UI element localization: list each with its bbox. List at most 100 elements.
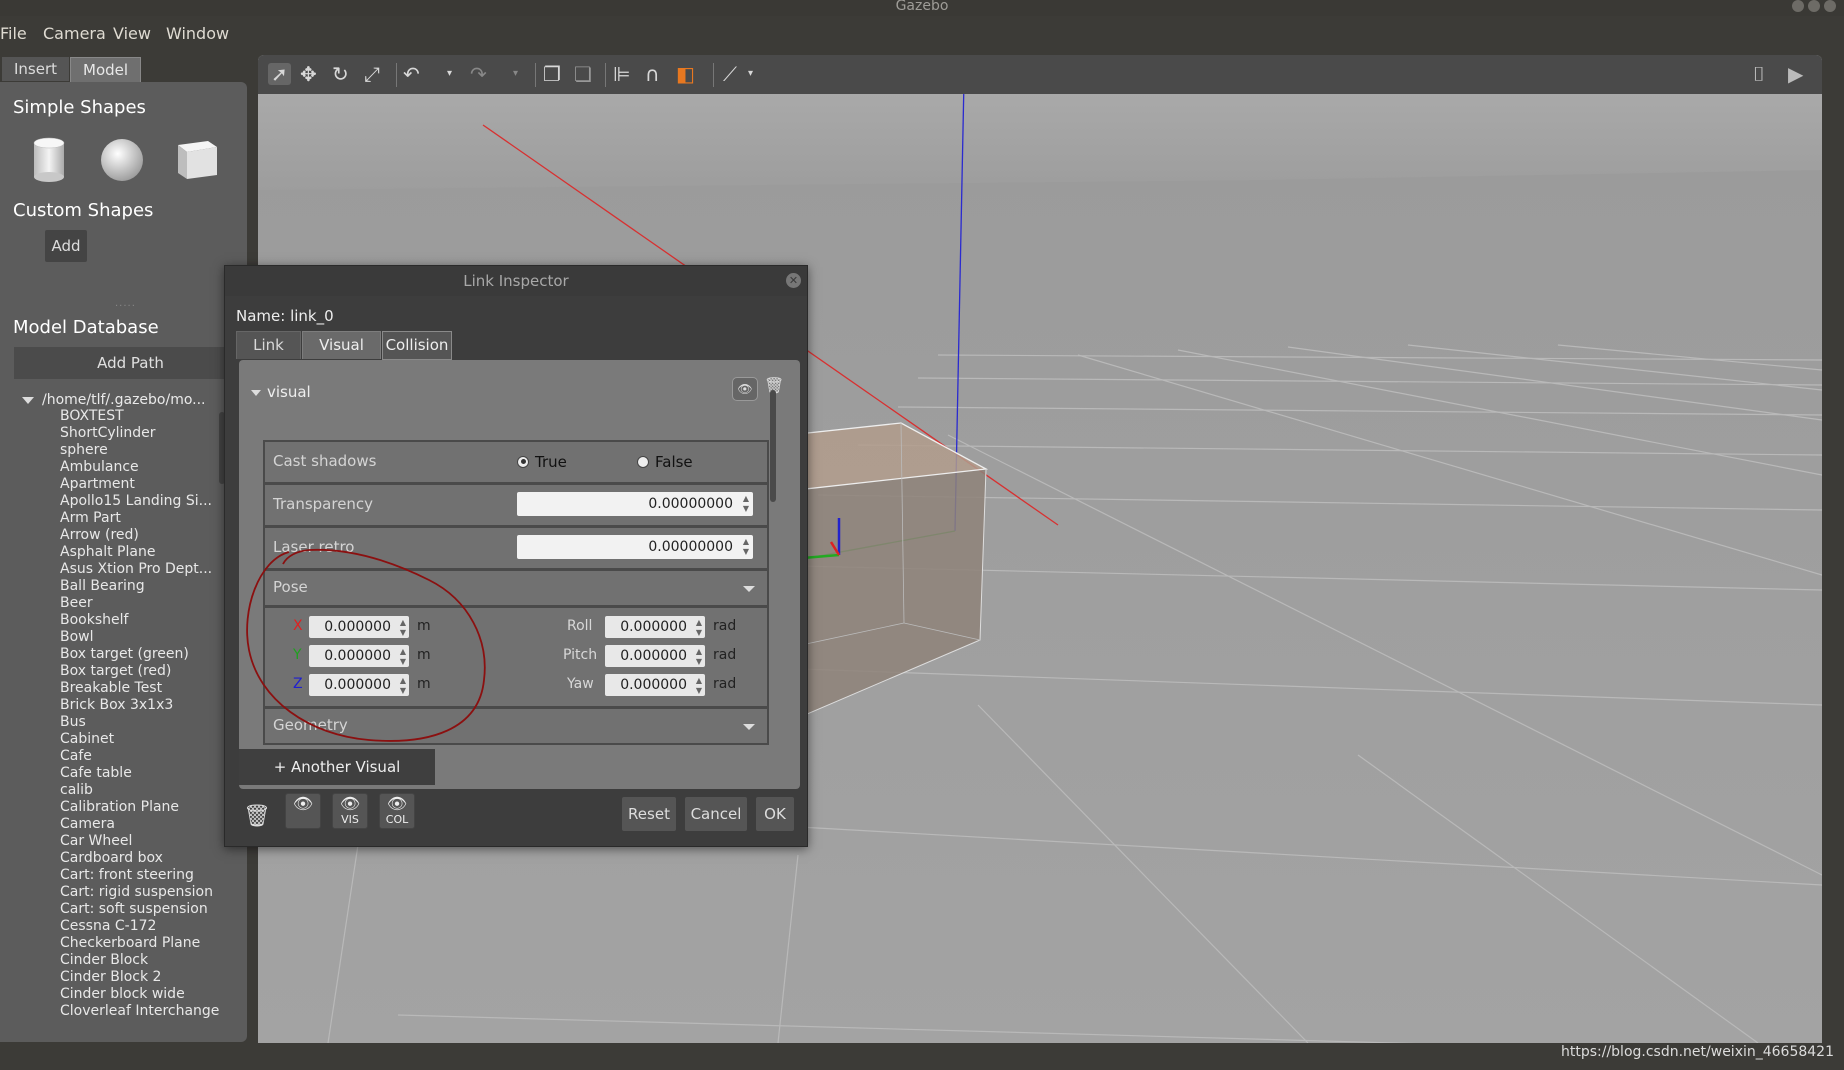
model-list-item[interactable]: Cabinet (60, 731, 219, 748)
model-list-item[interactable]: Apollo15 Landing Si... (60, 493, 219, 510)
align-icon[interactable]: ⊫ (613, 63, 630, 85)
record-video-icon[interactable]: ▶ (1788, 63, 1803, 85)
model-list-item[interactable]: Box target (red) (60, 663, 219, 680)
model-list-item[interactable]: BOXTEST (60, 408, 219, 425)
spinner-icon[interactable]: ▲ ▼ (696, 647, 702, 667)
tab-visual[interactable]: Visual (302, 331, 381, 359)
add-custom-shape-button[interactable]: Add (45, 230, 87, 262)
model-list-item[interactable]: Camera (60, 816, 219, 833)
model-list-item[interactable]: Car Wheel (60, 833, 219, 850)
translate-mode-icon[interactable]: ✥ (300, 63, 317, 85)
tab-model[interactable]: Model (70, 57, 142, 83)
minimize-icon[interactable] (1792, 0, 1804, 12)
model-list-item[interactable]: Cart: rigid suspension (60, 884, 219, 901)
cast-shadows-true-radio[interactable]: True (517, 453, 567, 471)
transparency-field[interactable]: 0.00000000 ▲ ▼ (517, 492, 753, 516)
scale-mode-icon[interactable]: ⤢ (364, 63, 380, 85)
model-list-item[interactable]: Box target (green) (60, 646, 219, 663)
delete-link-icon[interactable]: 🗑 (243, 804, 271, 829)
toggle-collisions-button[interactable]: 👁 COL (379, 793, 415, 829)
model-list-item[interactable]: Breakable Test (60, 680, 219, 697)
model-list-item[interactable]: Ball Bearing (60, 578, 219, 595)
tab-collision[interactable]: Collision (382, 331, 452, 360)
expand-pose-icon[interactable] (743, 586, 755, 592)
snap-icon[interactable]: ∩ (645, 63, 660, 85)
model-list-item[interactable]: Cinder Block (60, 952, 219, 969)
expand-geometry-icon[interactable] (743, 724, 755, 730)
menu-view[interactable]: View (113, 24, 151, 43)
model-list-item[interactable]: Calibration Plane (60, 799, 219, 816)
model-list-item[interactable]: Asus Xtion Pro Dept... (60, 561, 219, 578)
redo-history-icon[interactable]: ▾ (513, 63, 518, 85)
spinner-icon[interactable]: ▲ ▼ (696, 618, 702, 638)
paste-icon[interactable]: ❏ (574, 63, 592, 85)
spinner-icon[interactable]: ▲ ▼ (743, 537, 749, 557)
pose-pitch-field[interactable]: 0.000000 ▲ ▼ (605, 645, 705, 667)
undo-icon[interactable]: ↶ (403, 63, 420, 85)
add-another-visual-button[interactable]: + Another Visual (239, 749, 435, 785)
cast-shadows-false-radio[interactable]: False (637, 453, 693, 471)
copy-icon[interactable]: ❐ (543, 63, 561, 85)
visual-panel-scrollbar[interactable] (770, 390, 776, 502)
close-icon[interactable]: ✕ (786, 273, 801, 288)
toggle-visuals-button[interactable]: 👁 VIS (332, 793, 368, 829)
add-path-button[interactable]: Add Path (14, 347, 247, 379)
box-shape-icon[interactable] (175, 137, 221, 183)
tree-root-item[interactable]: /home/tlf/.gazebo/mo... (22, 392, 206, 408)
select-mode-icon[interactable]: ➚ (268, 63, 291, 85)
ok-button[interactable]: OK (756, 797, 794, 831)
model-list-item[interactable]: Bus (60, 714, 219, 731)
menu-file[interactable]: File (0, 24, 27, 43)
cylinder-shape-icon[interactable] (30, 137, 70, 185)
model-list-item[interactable]: Beer (60, 595, 219, 612)
tab-insert[interactable]: Insert (2, 57, 70, 81)
model-list-item[interactable]: Cardboard box (60, 850, 219, 867)
model-list-item[interactable]: Arm Part (60, 510, 219, 527)
tab-link[interactable]: Link (236, 331, 301, 359)
change-view-icon[interactable]: ◧ (676, 63, 695, 85)
maximize-icon[interactable] (1808, 0, 1820, 12)
model-list-item[interactable]: ShortCylinder (60, 425, 219, 442)
visual-section-header[interactable]: visual (251, 383, 311, 401)
model-list-item[interactable]: Ambulance (60, 459, 219, 476)
model-list-item[interactable]: Checkerboard Plane (60, 935, 219, 952)
rotate-mode-icon[interactable]: ↻ (332, 63, 349, 85)
model-list-item[interactable]: Arrow (red) (60, 527, 219, 544)
spinner-icon[interactable]: ▲ ▼ (743, 494, 749, 514)
toggle-visibility-icon[interactable]: 👁 (732, 377, 758, 401)
close-icon[interactable] (1824, 0, 1836, 12)
model-list-item[interactable]: Bookshelf (60, 612, 219, 629)
spinner-icon[interactable]: ▲ ▼ (696, 676, 702, 696)
pose-yaw-field[interactable]: 0.000000 ▲ ▼ (605, 674, 705, 696)
reset-button[interactable]: Reset (622, 797, 676, 831)
window-controls[interactable] (1792, 0, 1836, 14)
model-list-item[interactable]: Cloverleaf Interchange (60, 1003, 219, 1020)
model-list-item[interactable]: Cafe table (60, 765, 219, 782)
splitter-handle[interactable]: ..... (115, 298, 136, 309)
model-list-item[interactable]: Cart: front steering (60, 867, 219, 884)
joint-icon[interactable]: ⟋ (723, 63, 737, 85)
laser-retro-field[interactable]: 0.00000000 ▲ ▼ (517, 535, 753, 559)
model-list-item[interactable]: Cessna C-172 (60, 918, 219, 935)
model-list-item[interactable]: sphere (60, 442, 219, 459)
model-list-item[interactable]: Cart: soft suspension (60, 901, 219, 918)
redo-icon[interactable]: ↷ (470, 63, 487, 85)
model-list-item[interactable]: Cinder block wide (60, 986, 219, 1003)
menu-camera[interactable]: Camera (43, 24, 106, 43)
toggle-all-icon[interactable]: 👁 (285, 793, 321, 829)
sphere-shape-icon[interactable] (100, 137, 146, 183)
model-list-item[interactable]: Bowl (60, 629, 219, 646)
model-list-item[interactable]: Asphalt Plane (60, 544, 219, 561)
expand-arrow-icon[interactable] (22, 396, 34, 404)
screenshot-icon[interactable]: ⌷ (1753, 63, 1765, 85)
joint-type-dropdown-icon[interactable]: ▾ (748, 63, 753, 85)
model-list-item[interactable]: Cafe (60, 748, 219, 765)
model-list-item[interactable]: Apartment (60, 476, 219, 493)
collapse-arrow-icon[interactable] (251, 389, 261, 396)
cancel-button[interactable]: Cancel (685, 797, 747, 831)
model-list-item[interactable]: calib (60, 782, 219, 799)
pose-roll-field[interactable]: 0.000000 ▲ ▼ (605, 616, 705, 638)
model-list-item[interactable]: Cinder Block 2 (60, 969, 219, 986)
menu-window[interactable]: Window (166, 24, 229, 43)
undo-history-icon[interactable]: ▾ (447, 63, 452, 85)
